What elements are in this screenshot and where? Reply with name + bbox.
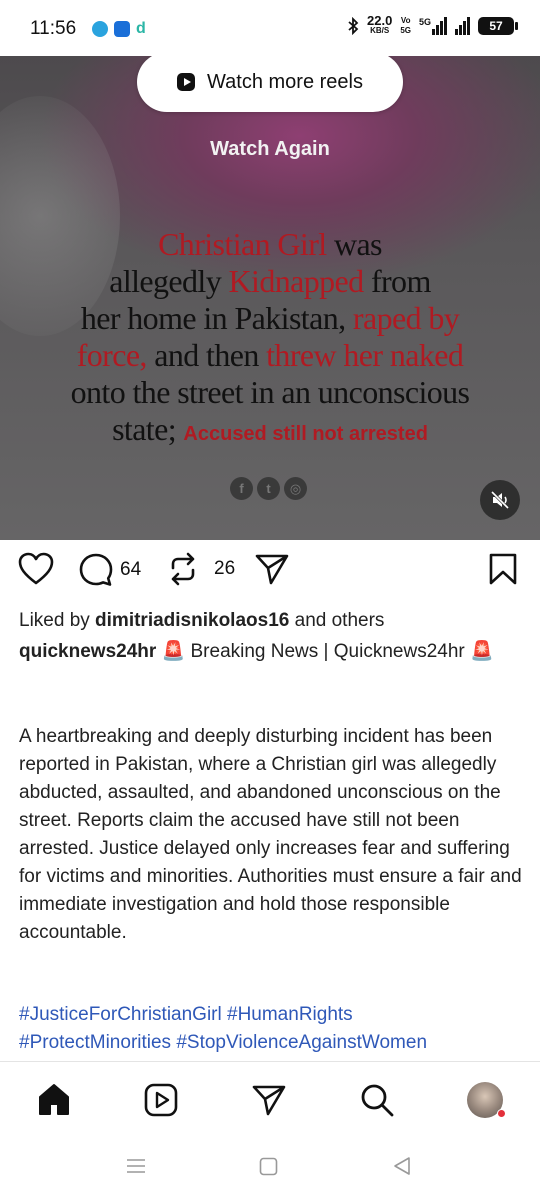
home-system-button[interactable] — [259, 1157, 278, 1181]
nav-profile[interactable] — [465, 1080, 506, 1120]
repost-icon — [171, 552, 195, 586]
save-button[interactable] — [488, 552, 518, 586]
send-icon — [255, 554, 289, 585]
liked-by: Liked by dimitriadisnikolaos16 and other… — [19, 610, 385, 631]
hashtag-line-2[interactable]: #ProtectMinorities #StopViolenceAgainstW… — [19, 1029, 524, 1057]
caption-body: A heartbreaking and deeply disturbing in… — [19, 726, 522, 943]
bottom-navigation — [0, 1061, 540, 1137]
caption-header: quicknews24hr 🚨 Breaking News | Quicknew… — [19, 641, 494, 662]
square-icon — [259, 1157, 278, 1176]
back-triangle-icon — [394, 1157, 410, 1175]
post-actions: 64 26 — [0, 552, 540, 596]
watch-again-button[interactable]: Watch Again — [0, 138, 540, 161]
play-icon — [177, 73, 196, 91]
social-icons: f t ◎ — [230, 477, 307, 500]
status-bar: 11:56 d 22.0 KB/S Vo 5G 5G 57 — [0, 0, 540, 56]
send-icon — [252, 1085, 286, 1116]
comment-icon — [79, 553, 113, 586]
watch-more-reels-button[interactable]: Watch more reels — [137, 56, 403, 112]
post-username-link[interactable]: quicknews24hr — [19, 641, 156, 662]
status-app-icons: d — [92, 20, 146, 38]
volte-indicator: Vo 5G — [400, 16, 411, 35]
reel-video[interactable]: Watch more reels Watch Again Christian G… — [0, 56, 540, 540]
notification-dot — [497, 1109, 506, 1118]
comment-button[interactable]: 64 — [78, 552, 141, 588]
signal-strength-2-icon — [455, 17, 470, 35]
mute-button[interactable] — [480, 480, 520, 520]
nav-search[interactable] — [357, 1080, 397, 1120]
avatar — [467, 1082, 506, 1118]
nav-messages[interactable] — [249, 1080, 289, 1120]
home-icon — [39, 1084, 69, 1115]
status-indicators: 22.0 KB/S Vo 5G 5G 57 — [347, 13, 518, 36]
d-app-icon: d — [136, 20, 146, 37]
nav-home[interactable] — [34, 1080, 74, 1120]
battery-icon: 57 — [478, 17, 518, 35]
menu-icon — [127, 1159, 145, 1173]
repost-button[interactable]: 26 — [168, 552, 235, 586]
network-speed: 22.0 KB/S — [367, 13, 393, 35]
video-headline: Christian Girl was allegedly Kidnapped f… — [70, 226, 470, 447]
share-button[interactable] — [254, 552, 290, 586]
reposts-count: 26 — [214, 558, 236, 579]
nav-reels[interactable] — [141, 1080, 181, 1120]
hashtag-line-1[interactable]: #JusticeForChristianGirl #HumanRights — [19, 1001, 524, 1029]
like-button[interactable] — [18, 552, 54, 586]
comments-count: 64 — [120, 559, 142, 580]
hashtags: #JusticeForChristianGirl #HumanRights #P… — [19, 1001, 524, 1057]
liked-by-user-link[interactable]: dimitriadisnikolaos16 — [95, 610, 289, 631]
heart-icon — [18, 552, 54, 585]
twitter-icon: t — [257, 477, 280, 500]
app-notification-icon — [114, 21, 130, 37]
telegram-icon — [92, 21, 108, 37]
instagram-icon: ◎ — [284, 477, 307, 500]
speaker-muted-icon — [490, 490, 510, 510]
signal-strength-icon: 5G — [419, 17, 447, 35]
system-navigation-bar — [0, 1137, 540, 1199]
recent-apps-button[interactable] — [126, 1157, 146, 1180]
bookmark-icon — [489, 553, 517, 585]
search-icon — [361, 1084, 394, 1117]
status-time: 11:56 — [30, 18, 77, 39]
facebook-icon: f — [230, 477, 253, 500]
back-button[interactable] — [392, 1156, 412, 1181]
bluetooth-icon — [348, 17, 359, 35]
reels-icon — [144, 1083, 178, 1117]
